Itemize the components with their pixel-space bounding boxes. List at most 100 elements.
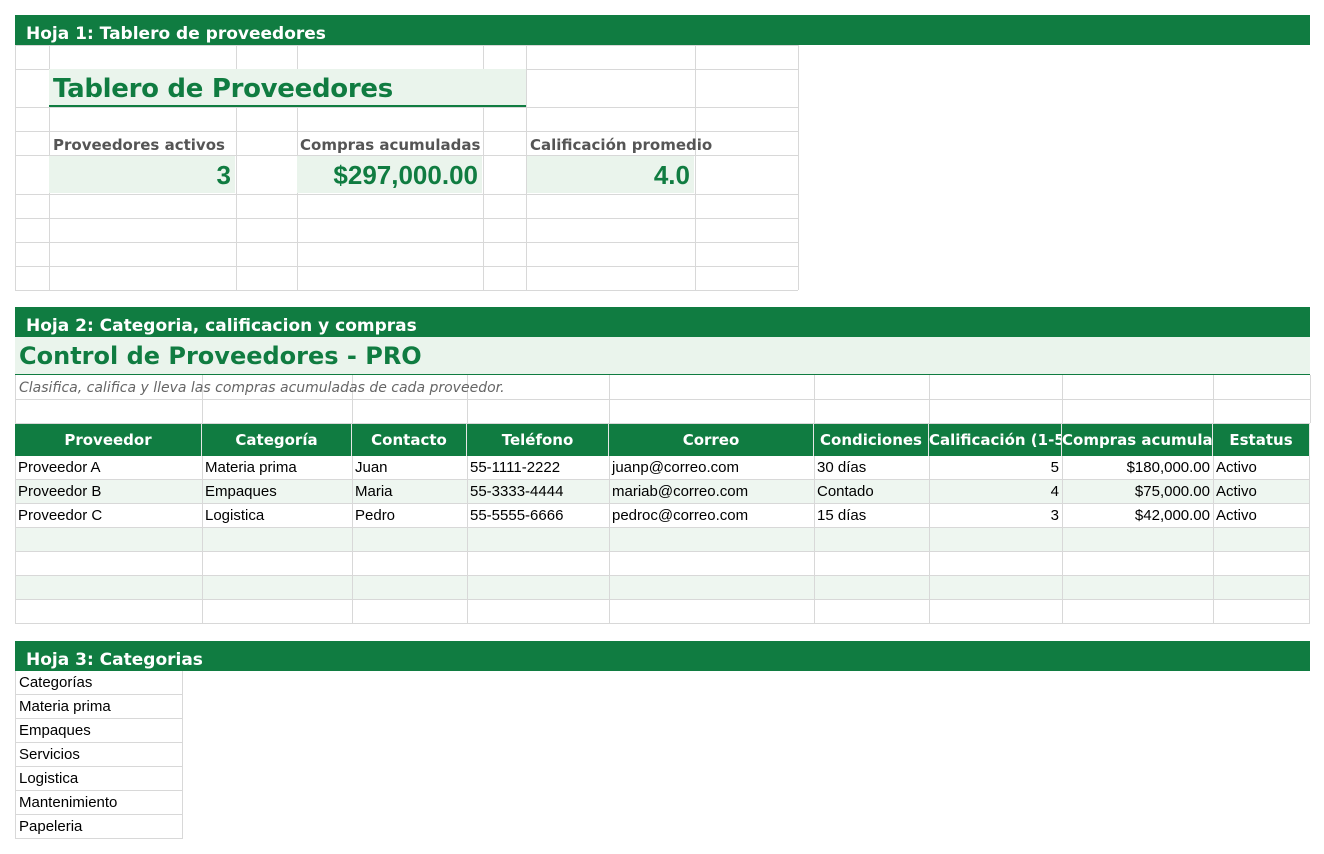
column-header[interactable]: Proveedor: [15, 424, 202, 456]
gridline-vertical: [1309, 576, 1310, 600]
table-cell[interactable]: $42,000.00: [1062, 504, 1213, 528]
gridline-vertical: [202, 576, 203, 600]
category-item[interactable]: Logistica: [15, 767, 183, 791]
kpi-label-total-purchases: Compras acumuladas: [300, 136, 481, 154]
table-cell[interactable]: $180,000.00: [1062, 456, 1213, 480]
table-cell[interactable]: pedroc@correo.com: [609, 504, 814, 528]
column-header[interactable]: Condiciones: [814, 424, 929, 456]
gridline-vertical: [1062, 600, 1063, 624]
gridline-vertical: [467, 552, 468, 576]
table-row[interactable]: [15, 528, 1310, 552]
gridline-horizontal: [15, 131, 798, 132]
table-cell[interactable]: 3: [929, 504, 1062, 528]
column-header[interactable]: Contacto: [352, 424, 467, 456]
gridline-vertical: [1309, 528, 1310, 552]
gridline-vertical: [695, 45, 696, 290]
table-cell[interactable]: Contado: [814, 480, 929, 504]
column-header[interactable]: Compras acumulada: [1062, 424, 1213, 456]
table-row[interactable]: [15, 552, 1310, 576]
sheet1-header: Hoja 1: Tablero de proveedores: [15, 15, 1310, 45]
gridline-vertical: [1309, 552, 1310, 576]
table-cell[interactable]: Logistica: [202, 504, 352, 528]
gridline-vertical: [15, 576, 16, 600]
control-subtitle: Clasifica, califica y lleva las compras …: [19, 380, 505, 396]
table-cell[interactable]: Pedro: [352, 504, 467, 528]
kpi-value-average-rating[interactable]: 4.0: [527, 160, 690, 191]
gridline-vertical: [1309, 456, 1310, 480]
table-row[interactable]: [15, 576, 1310, 600]
table-cell[interactable]: 55-1111-2222: [467, 456, 609, 480]
column-header[interactable]: Estatus: [1213, 424, 1310, 456]
table-cell[interactable]: $75,000.00: [1062, 480, 1213, 504]
gridline-vertical: [1062, 576, 1063, 600]
table-cell[interactable]: 55-5555-6666: [467, 504, 609, 528]
gridline-vertical: [467, 576, 468, 600]
table-cell[interactable]: 55-3333-4444: [467, 480, 609, 504]
gridline-vertical: [609, 552, 610, 576]
table-cell[interactable]: juanp@correo.com: [609, 456, 814, 480]
category-item[interactable]: Servicios: [15, 743, 183, 767]
gridline-vertical: [1309, 504, 1310, 528]
kpi-value-active-suppliers[interactable]: 3: [49, 160, 231, 191]
table-cell[interactable]: Activo: [1213, 504, 1310, 528]
gridline-vertical: [1213, 528, 1214, 552]
gridline-vertical: [798, 45, 799, 290]
gridline-vertical: [609, 576, 610, 600]
gridline-vertical: [352, 600, 353, 624]
kpi-value-total-purchases[interactable]: $297,000.00: [297, 160, 478, 191]
gridline-horizontal: [15, 218, 798, 219]
table-cell[interactable]: Maria: [352, 480, 467, 504]
gridline-vertical: [1309, 480, 1310, 504]
gridline-vertical: [1213, 552, 1214, 576]
table-cell[interactable]: mariab@correo.com: [609, 480, 814, 504]
gridline-vertical: [352, 576, 353, 600]
category-item[interactable]: Empaques: [15, 719, 183, 743]
table-cell[interactable]: Empaques: [202, 480, 352, 504]
gridline-vertical: [352, 528, 353, 552]
gridline-vertical: [929, 600, 930, 624]
gridline-horizontal: [15, 290, 798, 291]
gridline-vertical: [1310, 375, 1311, 423]
gridline-vertical: [814, 576, 815, 600]
gridline-horizontal: [15, 45, 798, 46]
gridline-vertical: [1062, 552, 1063, 576]
gridline-vertical: [15, 45, 16, 290]
gridline-vertical: [609, 528, 610, 552]
gridline-vertical: [15, 552, 16, 576]
gridline-horizontal: [15, 242, 798, 243]
column-header[interactable]: Calificación (1-5): [929, 424, 1062, 456]
table-cell[interactable]: Materia prima: [202, 456, 352, 480]
gridline-vertical: [814, 552, 815, 576]
table-row[interactable]: [15, 600, 1310, 624]
table-cell[interactable]: Juan: [352, 456, 467, 480]
gridline-horizontal: [15, 623, 1310, 624]
category-item[interactable]: Materia prima: [15, 695, 183, 719]
gridline-vertical: [1213, 600, 1214, 624]
table-cell[interactable]: Activo: [1213, 480, 1310, 504]
gridline-vertical: [1213, 576, 1214, 600]
gridline-vertical: [467, 600, 468, 624]
column-header[interactable]: Correo: [609, 424, 814, 456]
gridline-vertical: [15, 528, 16, 552]
category-list-header[interactable]: Categorías: [15, 671, 183, 695]
category-item[interactable]: Mantenimiento: [15, 791, 183, 815]
gridline-vertical: [467, 528, 468, 552]
sheet3-header: Hoja 3: Categorias: [15, 641, 1310, 671]
gridline-vertical: [609, 600, 610, 624]
table-cell[interactable]: Proveedor B: [15, 480, 202, 504]
table-cell[interactable]: Activo: [1213, 456, 1310, 480]
table-cell[interactable]: 4: [929, 480, 1062, 504]
gridline-vertical: [929, 552, 930, 576]
column-header[interactable]: Teléfono: [467, 424, 609, 456]
gridline-horizontal: [15, 266, 798, 267]
control-title: Control de Proveedores - PRO: [19, 342, 422, 370]
category-item[interactable]: Papeleria: [15, 815, 183, 839]
kpi-label-average-rating: Calificación promedio: [530, 136, 713, 154]
column-header[interactable]: Categoría: [202, 424, 352, 456]
table-cell[interactable]: Proveedor A: [15, 456, 202, 480]
table-cell[interactable]: 30 días: [814, 456, 929, 480]
table-cell[interactable]: Proveedor C: [15, 504, 202, 528]
table-cell[interactable]: 15 días: [814, 504, 929, 528]
gridline-vertical: [929, 528, 930, 552]
table-cell[interactable]: 5: [929, 456, 1062, 480]
